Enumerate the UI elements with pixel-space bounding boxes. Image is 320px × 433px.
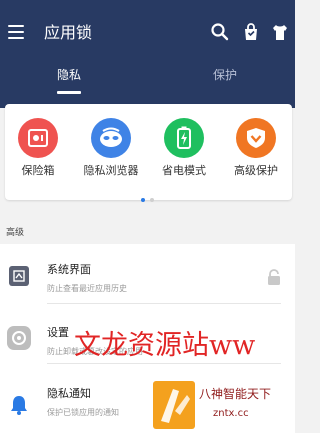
active-tab-indicator xyxy=(57,91,81,94)
page-dot-active xyxy=(141,198,145,202)
section-label: 高级 xyxy=(6,228,25,238)
feature-safe[interactable]: 保险箱 xyxy=(6,118,70,178)
shirt-icon[interactable] xyxy=(270,22,290,42)
page-title: 应用锁 xyxy=(44,23,93,42)
list-item-subtitle: 防止查看最近应用历史 xyxy=(47,284,127,293)
feature-card: 保险箱 隐私浏览器 省电模式 高级保护 xyxy=(5,104,292,202)
search-icon[interactable] xyxy=(210,22,230,42)
tab-privacy[interactable]: 隐私 xyxy=(57,67,81,83)
feature-label: 保险箱 xyxy=(21,164,55,177)
feature-label: 高级保护 xyxy=(234,164,278,177)
list-item-subtitle: 保护已锁应用的通知 xyxy=(47,408,119,417)
badge-url: zntx.cc xyxy=(213,408,249,419)
tab-protection[interactable]: 保护 xyxy=(213,67,237,83)
list-item-system-ui[interactable]: 系统界面 防止查看最近应用历史 xyxy=(0,244,295,304)
menu-icon[interactable] xyxy=(8,25,24,39)
badge-title: 八神智能天下 xyxy=(199,387,272,401)
list-item-title: 隐私通知 xyxy=(47,387,91,400)
list-item-title: 设置 xyxy=(47,326,69,339)
mask-icon xyxy=(91,118,131,158)
settings-icon xyxy=(7,326,31,350)
feature-advanced-protection[interactable]: 高级保护 xyxy=(224,118,288,178)
feature-label: 省电模式 xyxy=(162,164,206,177)
feature-power-saving[interactable]: 省电模式 xyxy=(152,118,216,178)
list-item-title: 系统界面 xyxy=(47,263,91,276)
page-dot xyxy=(150,198,154,202)
app-header: 应用锁 隐私 保护 xyxy=(0,0,295,108)
recent-apps-icon xyxy=(9,266,29,286)
bag-icon[interactable] xyxy=(241,22,261,42)
watermark-badge: 八神智能天下 zntx.cc xyxy=(153,379,295,431)
lock-icon[interactable] xyxy=(267,269,281,285)
badge-logo xyxy=(153,381,195,429)
watermark-text: 文龙资源站ww xyxy=(74,330,256,361)
bell-icon xyxy=(11,396,27,415)
feature-private-browser[interactable]: 隐私浏览器 xyxy=(79,118,143,178)
page-indicator xyxy=(141,187,159,206)
battery-icon xyxy=(164,118,204,158)
safe-icon xyxy=(18,118,58,158)
feature-label: 隐私浏览器 xyxy=(83,164,139,177)
shield-icon xyxy=(236,118,276,158)
